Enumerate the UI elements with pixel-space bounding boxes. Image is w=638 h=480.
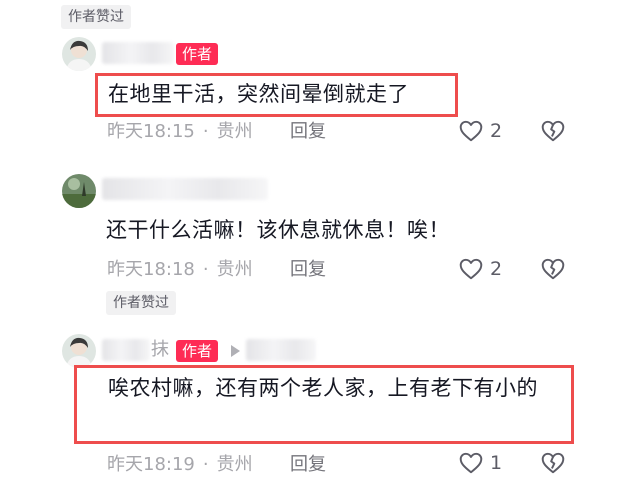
username-blurred[interactable] xyxy=(102,178,268,200)
broken-heart-icon xyxy=(540,450,566,476)
like-count: 1 xyxy=(490,452,503,474)
reply-button[interactable]: 回复 xyxy=(290,119,326,145)
dislike-button[interactable] xyxy=(540,450,566,480)
comment-text: 还干什么活嘛！该休息就休息！唉！ xyxy=(106,218,450,242)
avatar[interactable] xyxy=(62,334,96,368)
like-count: 2 xyxy=(490,258,503,280)
username-blurred[interactable] xyxy=(102,42,174,64)
meta-separator: · xyxy=(202,121,209,142)
like-button[interactable]: 2 xyxy=(458,118,502,144)
reply-button[interactable]: 回复 xyxy=(290,257,326,283)
comment-text: 唉农村嘛，还有两个老人家，上有老下有小的 xyxy=(108,376,538,400)
like-count: 2 xyxy=(490,120,503,142)
author-tag: 作者 xyxy=(176,43,219,65)
avatar[interactable] xyxy=(62,174,96,208)
reply-to-username-blurred[interactable] xyxy=(246,339,316,361)
broken-heart-icon xyxy=(540,118,566,144)
comment-time: 昨天18:15 xyxy=(107,121,195,142)
heart-outline-icon xyxy=(458,118,484,144)
broken-heart-icon xyxy=(540,256,566,282)
dislike-button[interactable] xyxy=(540,118,566,148)
comment-region: 贵州 xyxy=(216,454,253,475)
like-button[interactable]: 1 xyxy=(458,450,502,476)
meta-separator: · xyxy=(202,259,209,280)
comment-region: 贵州 xyxy=(216,121,253,142)
author-liked-badge: 作者赞过 xyxy=(61,5,131,29)
comment-region: 贵州 xyxy=(216,259,253,280)
comment-meta: 昨天18:19 · 贵州 xyxy=(107,452,253,478)
comment-meta: 昨天18:15 · 贵州 xyxy=(107,119,253,145)
avatar[interactable] xyxy=(62,37,96,71)
reply-button[interactable]: 回复 xyxy=(290,452,326,478)
comment-meta: 昨天18:18 · 贵州 xyxy=(107,257,253,283)
like-button[interactable]: 2 xyxy=(458,256,502,282)
comment-time: 昨天18:18 xyxy=(107,259,195,280)
comment-time: 昨天18:19 xyxy=(107,454,195,475)
meta-separator: · xyxy=(202,454,209,475)
comment-text: 在地里干活，突然间晕倒就走了 xyxy=(108,82,409,106)
author-tag: 作者 xyxy=(176,340,219,362)
username-suffix[interactable]: 抹 xyxy=(151,338,169,362)
play-arrow-icon xyxy=(231,345,240,357)
username-blurred[interactable] xyxy=(102,339,150,361)
dislike-button[interactable] xyxy=(540,256,566,286)
heart-outline-icon xyxy=(458,256,484,282)
author-liked-badge: 作者赞过 xyxy=(106,291,176,315)
heart-outline-icon xyxy=(458,450,484,476)
